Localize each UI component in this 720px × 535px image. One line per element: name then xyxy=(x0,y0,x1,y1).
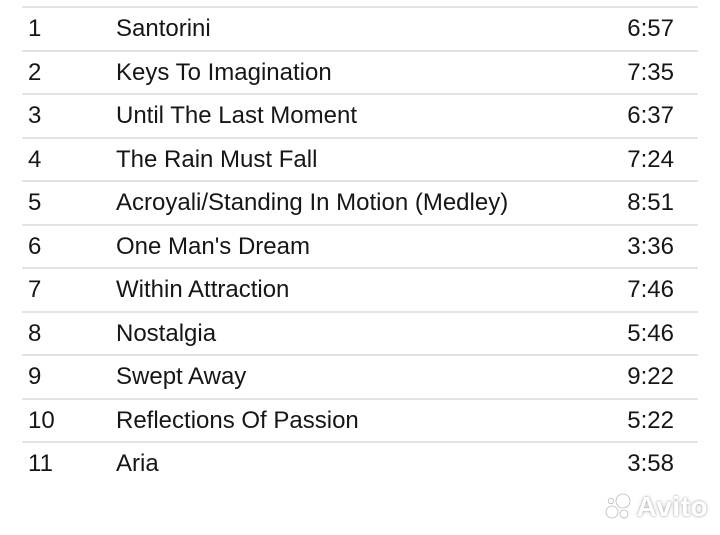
track-duration: 5:22 xyxy=(627,406,674,434)
track-duration: 6:57 xyxy=(627,15,674,42)
track-row[interactable]: 11 Aria 3:58 xyxy=(22,443,698,487)
avito-watermark: Avito xyxy=(603,491,708,523)
track-duration: 8:51 xyxy=(627,189,674,216)
track-row[interactable]: 4 The Rain Must Fall 7:24 xyxy=(22,139,698,182)
track-row[interactable]: 2 Keys To Imagination 7:35 xyxy=(22,52,698,95)
track-row[interactable]: 9 Swept Away 9:22 xyxy=(22,356,698,400)
track-duration: 3:58 xyxy=(627,450,674,477)
track-number: 3 xyxy=(28,102,42,129)
watermark-text: Avito xyxy=(636,491,708,522)
track-duration: 3:36 xyxy=(627,232,674,260)
track-row[interactable]: 8 Nostalgia 5:46 xyxy=(22,313,698,356)
track-duration: 7:24 xyxy=(627,145,674,173)
track-number: 1 xyxy=(28,15,42,42)
track-number: 9 xyxy=(28,363,42,390)
track-number: 2 xyxy=(28,58,42,86)
track-duration: 5:46 xyxy=(627,319,674,347)
track-title: Aria xyxy=(116,450,159,477)
track-title: One Man's Dream xyxy=(116,232,310,260)
track-number: 5 xyxy=(28,189,42,216)
track-row[interactable]: 1 Santorini 6:57 xyxy=(22,8,698,52)
track-row[interactable]: 10 Reflections Of Passion 5:22 xyxy=(22,400,698,443)
track-number: 11 xyxy=(28,450,53,477)
track-title: Acroyali/Standing In Motion (Medley) xyxy=(116,189,509,216)
track-duration: 6:37 xyxy=(627,102,674,129)
avito-logo-icon xyxy=(603,492,633,522)
track-number: 4 xyxy=(28,145,42,173)
track-title: Santorini xyxy=(116,15,211,42)
track-duration: 9:22 xyxy=(627,363,674,390)
tracklist: 1 Santorini 6:57 2 Keys To Imagination 7… xyxy=(22,6,698,487)
track-row[interactable]: 6 One Man's Dream 3:36 xyxy=(22,226,698,269)
track-row[interactable]: 5 Acroyali/Standing In Motion (Medley) 8… xyxy=(22,182,698,226)
track-duration: 7:35 xyxy=(627,58,674,86)
track-title: The Rain Must Fall xyxy=(116,145,318,173)
track-number: 8 xyxy=(28,319,42,347)
track-number: 10 xyxy=(28,406,55,434)
track-title: Nostalgia xyxy=(116,319,217,347)
track-title: Reflections Of Passion xyxy=(116,406,359,434)
track-row[interactable]: 3 Until The Last Moment 6:37 xyxy=(22,95,698,139)
track-title: Keys To Imagination xyxy=(116,58,332,86)
track-title: Within Attraction xyxy=(116,276,290,303)
track-row[interactable]: 7 Within Attraction 7:46 xyxy=(22,269,698,313)
track-duration: 7:46 xyxy=(627,276,674,303)
track-number: 6 xyxy=(28,232,42,260)
track-title: Until The Last Moment xyxy=(116,102,357,129)
track-number: 7 xyxy=(28,276,42,303)
track-title: Swept Away xyxy=(116,363,247,390)
